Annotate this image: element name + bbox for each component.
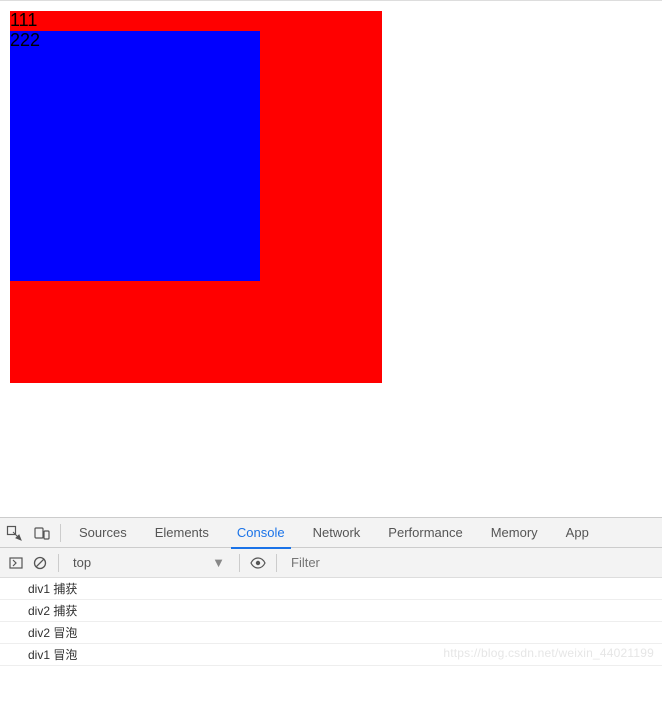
devtools-tabs: Sources Elements Console Network Perform… (0, 518, 662, 548)
device-toggle-icon[interactable] (28, 519, 56, 547)
clear-console-icon[interactable] (28, 551, 52, 575)
console-toolbar: top ▼ (0, 548, 662, 578)
context-label: top (73, 555, 91, 570)
log-row[interactable]: div1 冒泡 (0, 644, 662, 666)
tab-sources[interactable]: Sources (65, 518, 141, 548)
outer-red-div[interactable]: 111 222 (10, 11, 382, 383)
console-sidebar-toggle-icon[interactable] (4, 551, 28, 575)
tab-console[interactable]: Console (223, 518, 299, 548)
filter-input[interactable] (283, 551, 658, 575)
devtools-panel: Sources Elements Console Network Perform… (0, 517, 662, 666)
tab-separator (60, 524, 61, 542)
eye-icon[interactable] (246, 551, 270, 575)
execution-context-selector[interactable]: top ▼ (65, 555, 233, 570)
toolbar-separator (239, 554, 240, 572)
inspect-icon[interactable] (0, 519, 28, 547)
toolbar-separator (58, 554, 59, 572)
tab-network[interactable]: Network (299, 518, 375, 548)
tab-performance[interactable]: Performance (374, 518, 476, 548)
inner-blue-div[interactable]: 222 (10, 31, 260, 281)
log-row[interactable]: div2 冒泡 (0, 622, 662, 644)
tab-application[interactable]: App (552, 518, 603, 548)
inner-div-text: 222 (10, 30, 40, 50)
tab-memory[interactable]: Memory (477, 518, 552, 548)
chevron-down-icon: ▼ (212, 555, 225, 570)
console-output: div1 捕获 div2 捕获 div2 冒泡 div1 冒泡 (0, 578, 662, 666)
log-row[interactable]: div2 捕获 (0, 600, 662, 622)
tab-elements[interactable]: Elements (141, 518, 223, 548)
toolbar-separator (276, 554, 277, 572)
log-row[interactable]: div1 捕获 (0, 578, 662, 600)
page-viewport: 111 222 (0, 1, 662, 517)
outer-div-text: 111 (10, 10, 37, 30)
